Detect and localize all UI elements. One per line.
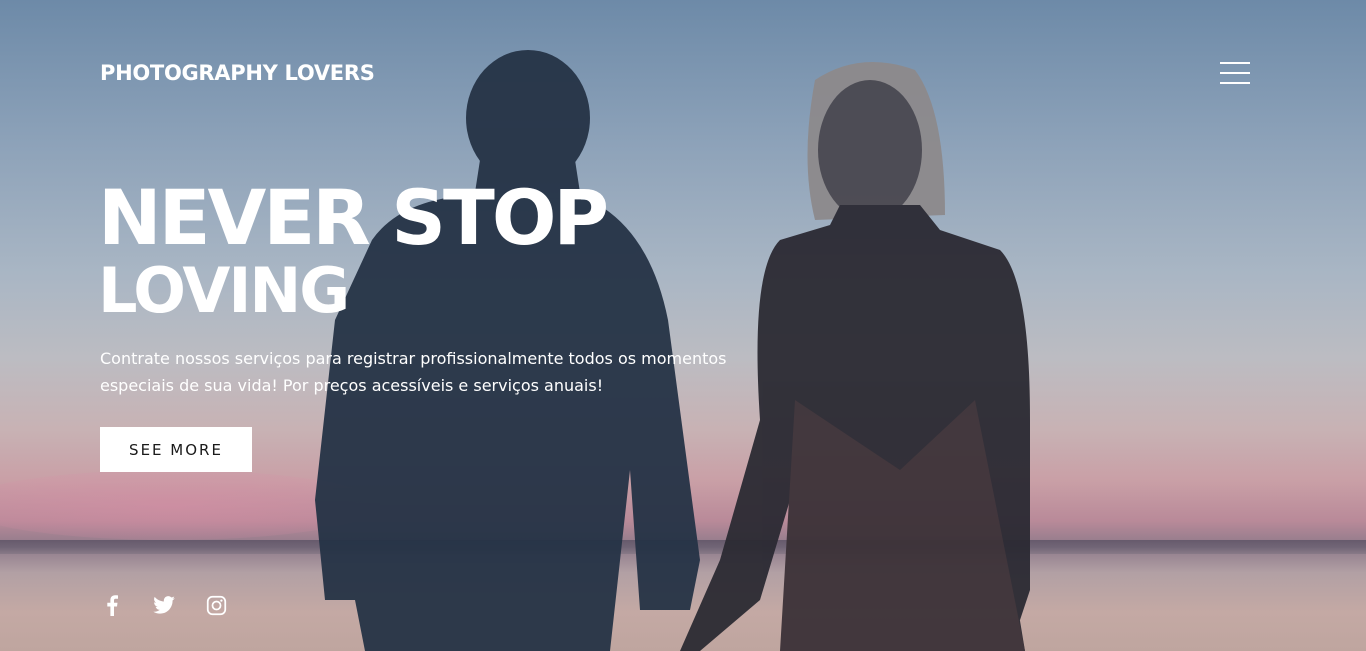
social-links (100, 594, 228, 616)
menu-line (1220, 72, 1250, 74)
twitter-icon[interactable] (152, 594, 176, 616)
hero-section: PHOTOGRAPHY LOVERS NEVER STOP LOVING Con… (0, 0, 1366, 651)
menu-line (1220, 82, 1250, 84)
see-more-button[interactable]: SEE MORE (100, 427, 252, 472)
hero-subtitle: Contrate nossos serviços para registrar … (100, 349, 727, 395)
site-logo[interactable]: PHOTOGRAPHY LOVERS (100, 61, 375, 85)
instagram-icon[interactable] (204, 594, 228, 616)
headline-line-1: NEVER STOP (98, 173, 609, 262)
hamburger-menu-icon[interactable] (1220, 62, 1250, 84)
menu-line (1220, 62, 1250, 64)
hero-headline: NEVER STOP LOVING (98, 173, 609, 327)
headline-line-2: LOVING (98, 254, 350, 327)
facebook-icon[interactable] (100, 594, 124, 616)
top-navigation: PHOTOGRAPHY LOVERS (100, 58, 1250, 88)
